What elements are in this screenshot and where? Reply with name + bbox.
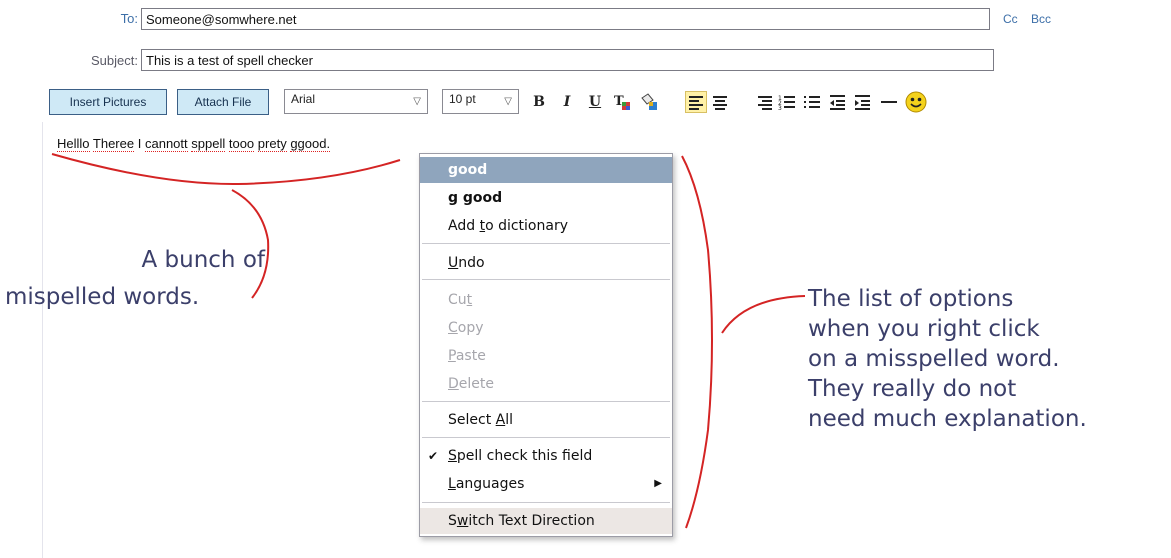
callout-pointer-curve bbox=[231, 189, 270, 299]
annotation-line: on a misspelled word. bbox=[808, 346, 1060, 372]
menu-item-label: Spell check this field bbox=[448, 448, 593, 464]
menu-item-suggestion-good[interactable]: good bbox=[420, 157, 672, 183]
menu-item-delete: Delete bbox=[448, 376, 494, 392]
menu-item-suggestion-g-good[interactable]: g good bbox=[420, 185, 672, 211]
menu-separator bbox=[422, 279, 670, 280]
menu-item-cut: Cut bbox=[448, 292, 473, 308]
callout-underline-curve bbox=[51, 153, 401, 186]
menu-item-switch-text-direction[interactable]: Switch Text Direction bbox=[420, 508, 672, 534]
menu-item-select-all[interactable]: Select All bbox=[420, 407, 672, 433]
annotation-line: when you right click bbox=[808, 316, 1040, 342]
annotation-line: They really do not bbox=[808, 376, 1017, 402]
menu-separator bbox=[422, 243, 670, 244]
annotation-line: The list of options bbox=[808, 286, 1014, 312]
submenu-arrow-icon: ▶ bbox=[654, 478, 662, 489]
annotation-right: The list of options when you right click… bbox=[808, 284, 1087, 434]
menu-item-add-to-dictionary[interactable]: Add to dictionary bbox=[420, 213, 672, 239]
annotation-left-line-2: mispelled words. bbox=[5, 284, 200, 310]
context-menu: good g good Add to dictionary Undo Cut C… bbox=[419, 153, 673, 537]
annotation-line: A bunch of bbox=[141, 247, 265, 273]
menu-separator bbox=[422, 401, 670, 402]
callout-pointer-right bbox=[721, 295, 806, 334]
annotation-left: A bunch of bbox=[85, 245, 265, 275]
menu-item-copy: Copy bbox=[448, 320, 484, 336]
menu-item-paste: Paste bbox=[448, 348, 486, 364]
menu-item-spell-check[interactable]: ✔ Spell check this field bbox=[420, 443, 672, 469]
menu-item-languages[interactable]: Languages ▶ bbox=[420, 471, 672, 497]
callout-bracket-curve bbox=[681, 155, 713, 529]
menu-item-undo[interactable]: Undo bbox=[420, 250, 672, 276]
menu-separator bbox=[422, 437, 670, 438]
checkmark-icon: ✔ bbox=[428, 449, 439, 463]
menu-separator bbox=[422, 502, 670, 503]
annotation-line: need much explanation. bbox=[808, 406, 1087, 432]
menu-item-label: Languages bbox=[448, 476, 525, 492]
